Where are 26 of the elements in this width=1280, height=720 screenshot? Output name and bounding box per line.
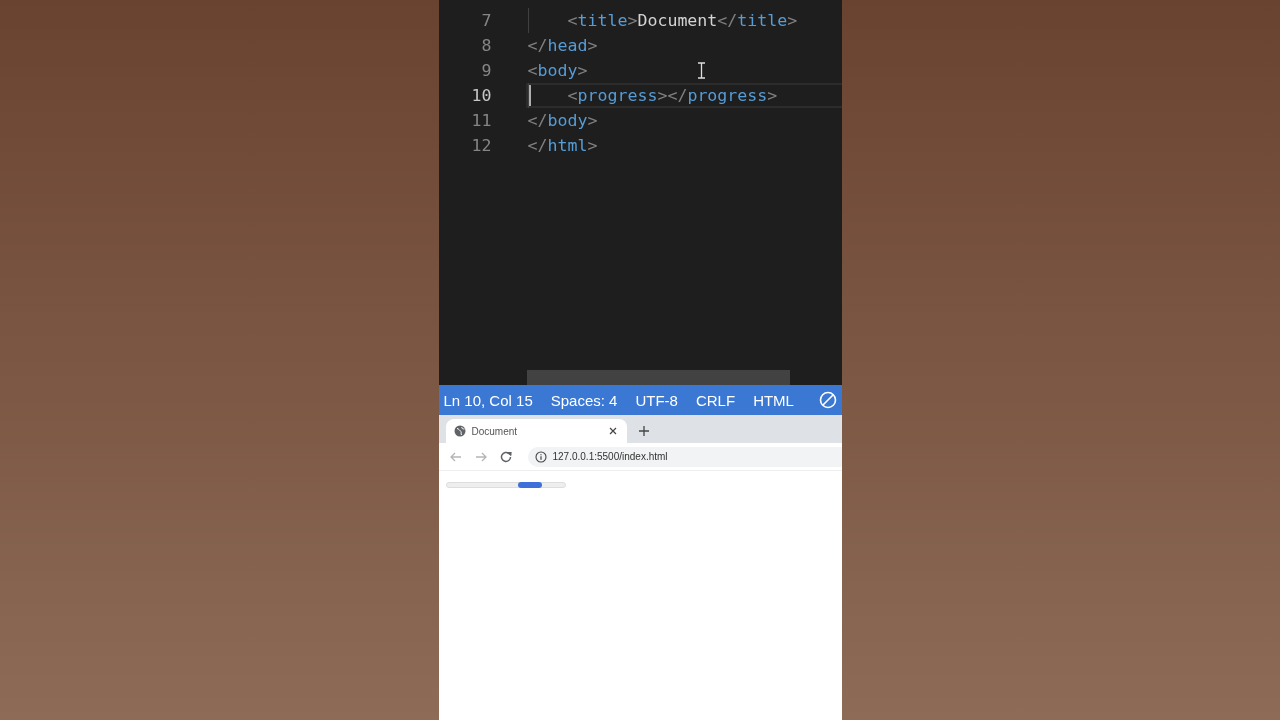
code-line: <progress></progress>: [525, 83, 842, 108]
browser-tab[interactable]: Document: [445, 419, 627, 443]
line-number: 7: [480, 11, 492, 30]
line-number: 11: [470, 111, 492, 130]
line-number: 9: [480, 61, 492, 80]
scrollbar-thumb[interactable]: [526, 370, 790, 385]
status-item[interactable]: Ln 10, Col 15: [443, 391, 533, 409]
plus-icon[interactable]: [636, 424, 651, 438]
globe-icon: [453, 425, 466, 437]
line-number: 10: [470, 86, 492, 105]
no-entry-icon[interactable]: [818, 391, 837, 409]
text-cursor-icon: [696, 62, 706, 79]
info-icon[interactable]: [534, 450, 547, 463]
code-line: <body>: [526, 60, 588, 82]
line-number: 12: [470, 136, 492, 155]
code-line: </html>: [526, 135, 598, 157]
address-bar[interactable]: 127.0.0.1:5500/index.html: [527, 446, 842, 467]
status-item[interactable]: Spaces: 4: [550, 391, 618, 409]
code-line: </body>: [526, 110, 598, 132]
reload-icon[interactable]: [498, 449, 513, 464]
code-line: <title>Document</title>: [525, 8, 798, 33]
code-line: </head>: [526, 35, 598, 57]
status-item[interactable]: UTF-8: [635, 391, 678, 409]
status-item[interactable]: HTML: [753, 391, 794, 409]
status-item[interactable]: CRLF: [695, 391, 736, 409]
line-number: 8: [480, 36, 492, 55]
